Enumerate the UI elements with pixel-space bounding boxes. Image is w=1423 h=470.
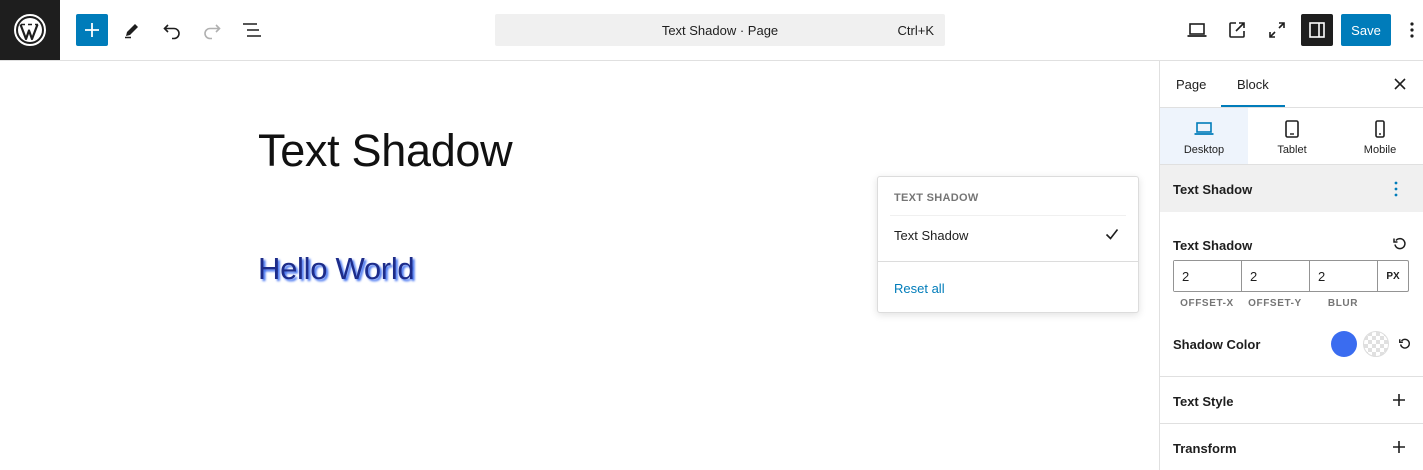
offset-x-input[interactable]	[1174, 261, 1242, 291]
view-page-button[interactable]	[1221, 14, 1253, 46]
plus-icon	[1393, 441, 1405, 453]
text-shadow-inputs: PX	[1173, 260, 1409, 292]
mobile-icon	[1375, 120, 1385, 138]
accordion-transform[interactable]: Transform	[1160, 423, 1423, 469]
offset-x-label: OFFSET-X	[1180, 298, 1234, 309]
sidebar-icon	[1309, 22, 1325, 38]
plus-icon	[1393, 394, 1405, 406]
document-overview-button[interactable]	[236, 14, 268, 46]
plus-icon	[85, 23, 99, 37]
device-tablet[interactable]: Tablet	[1248, 108, 1336, 164]
blur-input[interactable]	[1310, 261, 1378, 291]
device-label: Mobile	[1363, 144, 1397, 156]
panel-title: Text Shadow	[1173, 182, 1253, 197]
paragraph-block[interactable]: Hello World	[258, 251, 415, 287]
panel-header: Text Shadow	[1160, 165, 1423, 212]
shadow-color-swatch[interactable]	[1331, 331, 1357, 357]
device-preview-button[interactable]	[1181, 14, 1213, 46]
menu-item-label: Text Shadow	[894, 228, 969, 243]
sidebar-tabs: Page Block	[1160, 61, 1423, 108]
close-icon[interactable]	[1392, 76, 1408, 92]
fullscreen-icon	[1269, 22, 1285, 38]
wordpress-icon	[14, 14, 46, 46]
undo-button[interactable]	[156, 14, 188, 46]
tab-block[interactable]: Block	[1237, 77, 1269, 92]
divider	[890, 215, 1126, 216]
device-label: Tablet	[1277, 144, 1307, 156]
reset-icon[interactable]	[1392, 236, 1408, 252]
popover-heading: TEXT SHADOW	[894, 192, 979, 204]
blur-label: BLUR	[1327, 298, 1359, 309]
device-label: Desktop	[1183, 144, 1225, 156]
more-vertical-icon	[1410, 22, 1414, 38]
tablet-icon	[1285, 120, 1299, 138]
document-title: Text Shadow · Page	[661, 23, 779, 38]
device-mobile[interactable]: Mobile	[1336, 108, 1423, 164]
list-view-icon	[243, 23, 261, 37]
reset-icon[interactable]	[1398, 337, 1412, 351]
accordion-text-style[interactable]: Text Style	[1160, 376, 1423, 422]
device-desktop[interactable]: Desktop	[1160, 108, 1248, 164]
laptop-icon	[1187, 23, 1207, 37]
accordion-title: Text Style	[1173, 394, 1234, 409]
active-tab-indicator	[1221, 105, 1285, 107]
redo-icon	[204, 24, 221, 40]
add-block-button[interactable]	[76, 14, 108, 46]
text-shadow-options-popover: TEXT SHADOW Text Shadow Reset all	[877, 176, 1139, 313]
pencil-icon	[125, 24, 138, 39]
tools-button[interactable]	[116, 14, 148, 46]
divider	[878, 261, 1138, 262]
offset-y-label: OFFSET-Y	[1248, 298, 1302, 309]
command-shortcut: Ctrl+K	[897, 23, 934, 38]
accordion-title: Transform	[1173, 441, 1237, 456]
menu-item-text-shadow[interactable]: Text Shadow	[878, 217, 1138, 253]
clear-color-swatch[interactable]	[1363, 331, 1389, 357]
check-icon	[1105, 229, 1119, 240]
editor-header: Text Shadow · Page Ctrl+K Save	[0, 0, 1423, 61]
device-switcher: Desktop Tablet Mobile	[1160, 108, 1423, 165]
redo-button[interactable]	[196, 14, 228, 46]
fullscreen-button[interactable]	[1261, 14, 1293, 46]
offset-y-input[interactable]	[1242, 261, 1310, 291]
editor-canvas[interactable]: Text Shadow Hello World TEXT SHADOW Text…	[0, 61, 1159, 470]
external-link-icon	[1229, 22, 1245, 38]
command-palette-bar[interactable]: Text Shadow · Page Ctrl+K	[495, 14, 945, 46]
wordpress-logo-button[interactable]	[0, 0, 60, 60]
laptop-icon	[1194, 122, 1214, 135]
settings-sidebar-toggle[interactable]	[1301, 14, 1333, 46]
reset-all-button[interactable]: Reset all	[894, 281, 945, 296]
save-button[interactable]: Save	[1341, 14, 1391, 46]
post-title[interactable]: Text Shadow	[258, 125, 513, 177]
settings-sidebar: Page Block Desktop Tablet Mobile Text Sh…	[1159, 61, 1423, 470]
unit-select[interactable]: PX	[1378, 261, 1408, 291]
text-shadow-label: Text Shadow	[1173, 238, 1253, 253]
shadow-color-label: Shadow Color	[1173, 337, 1261, 352]
options-button[interactable]	[1400, 14, 1423, 46]
tab-page[interactable]: Page	[1176, 77, 1206, 92]
undo-icon	[163, 24, 180, 40]
more-vertical-icon[interactable]	[1393, 180, 1399, 198]
